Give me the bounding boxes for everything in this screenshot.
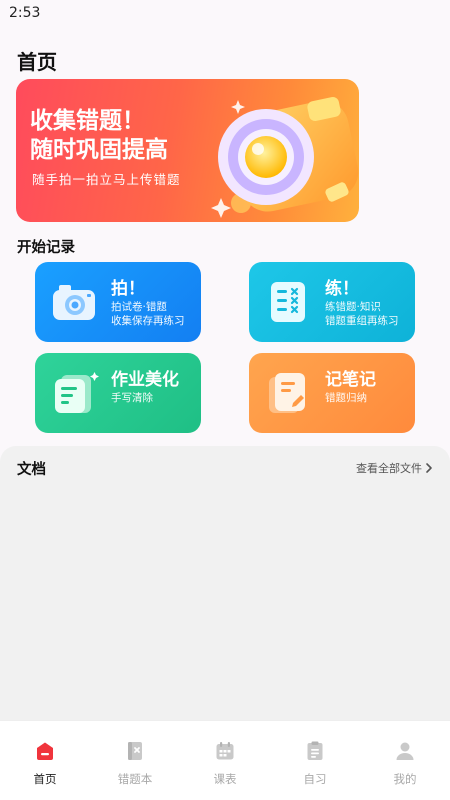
card-practice-subtitle: 练错题·知识 错题重组再练习 — [325, 300, 399, 328]
tab-profile-label: 我的 — [393, 772, 417, 786]
tab-schedule-label: 课表 — [213, 772, 237, 786]
card-practice-sub2: 错题重组再练习 — [325, 315, 399, 327]
view-all-files-link[interactable]: 查看全部文件 — [356, 460, 434, 476]
self-study-icon — [307, 741, 323, 760]
tab-profile[interactable]: 我的 — [360, 721, 450, 800]
card-practice-title: 练！ — [325, 279, 359, 299]
bottom-tab-bar: 首页 错题本 课表 自习 我的 — [0, 720, 450, 800]
banner-title: 收集错题！ 随时巩固提高 — [30, 107, 210, 165]
tab-home-label: 首页 — [33, 772, 57, 786]
card-homework-beautify[interactable]: 作业美化 手写清除 — [35, 353, 201, 433]
status-bar: 2:53 — [0, 0, 450, 28]
card-notes[interactable]: 记笔记 错题归纳 — [249, 353, 415, 433]
card-photo[interactable]: 拍！ 拍试卷·错题 收集保存再练习 — [35, 262, 201, 342]
card-practice-sub1: 练错题·知识 — [325, 301, 381, 313]
schedule-icon — [216, 742, 234, 760]
mistake-book-icon — [128, 742, 142, 760]
practice-sheet-icon — [271, 282, 305, 322]
camera-icon — [53, 285, 95, 320]
promo-banner[interactable]: 收集错题！ 随时巩固提高 随手拍一拍立马上传错题 — [16, 79, 359, 222]
card-practice[interactable]: 练！ 练错题·知识 错题重组再练习 — [249, 262, 415, 342]
view-all-files-label: 查看全部文件 — [356, 462, 422, 475]
section-title-record: 开始记录 — [17, 240, 75, 256]
chevron-right-icon — [426, 463, 432, 473]
card-homework-subtitle: 手写清除 — [111, 391, 153, 405]
camera-illustration-icon — [211, 97, 359, 218]
card-photo-subtitle: 拍试卷·错题 收集保存再练习 — [111, 300, 185, 328]
tab-home[interactable]: 首页 — [0, 721, 90, 800]
card-homework-sub1: 手写清除 — [111, 392, 153, 404]
banner-subtitle: 随手拍一拍立马上传错题 — [32, 172, 181, 187]
notebook-icon — [269, 373, 305, 413]
tab-self-study[interactable]: 自习 — [270, 721, 360, 800]
banner-title-line2: 随时巩固提高 — [30, 137, 168, 163]
card-notes-subtitle: 错题归纳 — [325, 391, 367, 405]
page-title: 首页 — [17, 50, 57, 74]
status-time: 2:53 — [9, 5, 41, 21]
documents-title: 文档 — [17, 462, 46, 478]
home-icon — [37, 742, 53, 760]
tab-mistake-book[interactable]: 错题本 — [90, 721, 180, 800]
tab-schedule[interactable]: 课表 — [180, 721, 270, 800]
tab-self-study-label: 自习 — [303, 772, 327, 786]
card-photo-title: 拍！ — [111, 279, 145, 299]
card-photo-sub1: 拍试卷·错题 — [111, 301, 167, 313]
card-homework-title: 作业美化 — [111, 370, 179, 390]
document-beautify-icon — [55, 372, 99, 413]
tab-mistake-book-label: 错题本 — [117, 772, 153, 786]
profile-icon — [396, 742, 414, 760]
banner-title-line1: 收集错题！ — [30, 108, 145, 134]
documents-panel: 文档 查看全部文件 — [0, 446, 450, 726]
card-notes-title: 记笔记 — [325, 370, 376, 390]
card-photo-sub2: 收集保存再练习 — [111, 315, 185, 327]
card-notes-sub1: 错题归纳 — [325, 392, 367, 404]
